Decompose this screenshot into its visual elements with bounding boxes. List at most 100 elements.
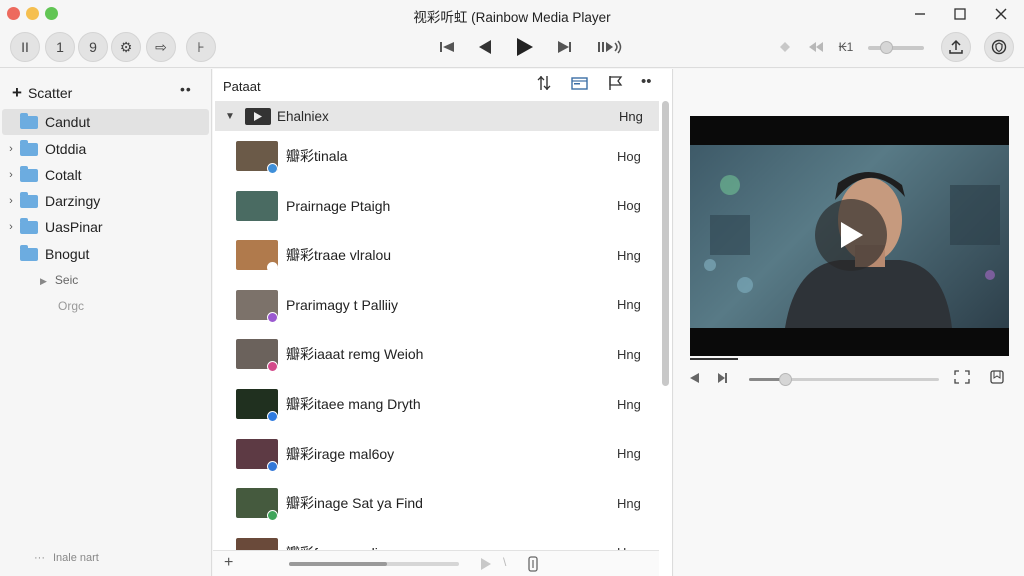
list-item[interactable]: 瓣彩irage mal6oy Hng [213, 429, 659, 479]
marker-icon: ⊦ [197, 38, 205, 55]
sidebar-more-button[interactable]: •• [180, 81, 192, 97]
list-scrollbar[interactable] [662, 101, 669, 386]
status-badge [267, 460, 278, 472]
skip-back-icon [440, 42, 454, 52]
shield-icon [991, 39, 1007, 55]
video-play-button[interactable] [815, 199, 887, 271]
minimize-icon[interactable] [907, 4, 933, 24]
footer-play-icon[interactable] [481, 557, 491, 575]
chevron-right-icon[interactable]: › [2, 195, 20, 207]
video-next-button[interactable] [718, 372, 728, 386]
video-seek-bar[interactable] [749, 373, 939, 386]
folder-icon [20, 112, 38, 129]
video-back-button[interactable] [690, 372, 700, 386]
list-item[interactable]: Prairnage Ptaigh Hog [213, 181, 659, 231]
collapse-triangle-icon[interactable]: ▼ [225, 111, 235, 122]
play-icon [517, 38, 533, 56]
next-button[interactable] [554, 33, 576, 61]
list-item-title: Prairnage Ptaigh [286, 197, 391, 214]
sidebar-item-candut[interactable]: Candut [2, 109, 209, 135]
settings-button[interactable]: ⚙ [111, 32, 141, 62]
volume-knob[interactable] [880, 41, 894, 54]
maximize-icon[interactable] [947, 4, 973, 24]
status-badge [267, 311, 278, 323]
skip-back-button[interactable] [436, 33, 458, 61]
chevron-right-icon[interactable]: › [2, 221, 20, 233]
folder-icon [20, 139, 38, 156]
footer-clip-icon[interactable] [527, 556, 539, 576]
pause-button[interactable]: II [10, 32, 40, 62]
list-item[interactable]: 瓣彩traae vlralou Hng [213, 230, 659, 280]
flag-icon[interactable] [607, 75, 623, 95]
chevron-right-icon[interactable]: › [2, 143, 20, 155]
chevron-right-icon[interactable]: › [2, 169, 20, 181]
sidebar-item-cotalt[interactable]: › Cotalt [2, 162, 209, 188]
filter-icon[interactable] [536, 75, 552, 95]
help-icon: 9 [89, 39, 97, 55]
group-title: Ehalniex [277, 108, 329, 124]
status-badge [267, 411, 278, 422]
video-progress-bar [690, 358, 738, 360]
list-item-meta: Hng [617, 446, 641, 462]
list-item[interactable]: 瓣彩iaaat remg Weioh Hng [213, 329, 659, 379]
status-badge [267, 361, 278, 373]
close-icon[interactable] [988, 4, 1014, 24]
rewind-icon [809, 42, 823, 52]
share-button[interactable]: ⇨ [146, 32, 176, 62]
sidebar-subitem-orgc[interactable]: Orgc [58, 299, 84, 313]
list-item[interactable]: 瓣彩itaee mang Dryth Hng [213, 379, 659, 429]
footer-divider-icon: \ [503, 555, 507, 569]
video-player[interactable] [690, 116, 1009, 356]
group-header-row[interactable]: ▼ Ehalniex Hng [215, 101, 659, 131]
play-button[interactable] [512, 33, 538, 61]
sidebar-item-otddia[interactable]: › Otddia [2, 136, 209, 162]
window-title: 视彩听虹 (Rainbow Media Player [413, 10, 611, 25]
seek-knob[interactable] [779, 373, 793, 386]
account-button[interactable] [984, 32, 1014, 62]
settings-icon: ⚙ [119, 38, 133, 55]
fullscreen-button[interactable] [954, 370, 970, 387]
marker-button[interactable]: ⊦ [186, 32, 216, 62]
sidebar-subitem-seic[interactable]: ▶ Seic [40, 273, 78, 287]
sidebar-item-label: Bnogut [45, 246, 90, 262]
next-frame-icon [718, 373, 727, 383]
folder-view-icon[interactable] [571, 75, 588, 95]
add-item-icon[interactable]: + [224, 554, 233, 572]
video-thumbnail [236, 190, 278, 221]
upload-button[interactable] [941, 32, 971, 62]
folder-icon [20, 217, 38, 234]
info-button[interactable]: 1 [45, 32, 75, 62]
toolbar: II 1 9 ⚙ ⇨ ⊦ ₭1 [0, 28, 1024, 68]
sidebar: + Scatter •• Candut › Otddia › Cotalt › D… [0, 69, 212, 576]
folder-icon [20, 244, 38, 261]
list-item-title: 瓣彩iaaat remg Weioh [286, 346, 424, 363]
list-item-meta: Hog [617, 198, 641, 214]
folder-icon [20, 165, 38, 182]
play-icon [841, 222, 863, 248]
help-button[interactable]: 9 [78, 32, 108, 62]
fullscreen-icon [954, 370, 970, 384]
sidebar-item-bnogut[interactable]: Bnogut [2, 241, 209, 267]
video-folder-icon [245, 108, 271, 125]
list-item[interactable]: 瓣彩tinala Hog [213, 131, 659, 181]
sidebar-item-uaspinar[interactable]: › UasPinar [2, 214, 209, 240]
more-options-icon[interactable]: •• [641, 73, 652, 90]
diamond-button[interactable] [776, 33, 794, 61]
stream-icon [598, 40, 622, 54]
volume-slider[interactable] [868, 41, 924, 54]
ellipsis-icon: ··· [34, 552, 45, 564]
list-item-title: Prarimagy t Palliiy [286, 296, 399, 313]
list-item[interactable]: Prarimagy t Palliiy Hng [213, 280, 659, 330]
rewind-button[interactable] [806, 33, 826, 61]
stream-button[interactable] [596, 33, 624, 61]
list-item-meta: Hng [617, 247, 641, 263]
previous-button[interactable] [474, 33, 496, 61]
bookmark-button[interactable] [990, 370, 1004, 387]
footer-slider[interactable] [289, 562, 459, 566]
triangle-right-icon: ▶ [40, 276, 47, 286]
sidebar-header[interactable]: + Scatter [12, 83, 72, 103]
sidebar-item-darzingy[interactable]: › Darzingy [2, 188, 209, 214]
list-item[interactable]: 瓣彩inage Sat ya Find Hng [213, 478, 659, 528]
status-badge [267, 163, 278, 174]
title-bar: 视彩听虹 (Rainbow Media Player [0, 0, 1024, 28]
